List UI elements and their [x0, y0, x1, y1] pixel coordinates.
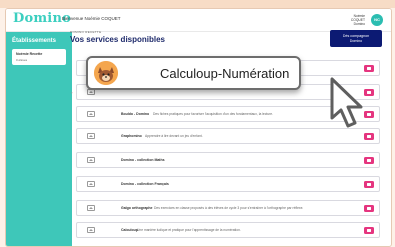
cta-label-1: Dès compagnon: [342, 34, 370, 38]
sidebar: Établissements Noémie Recette 0 élèves: [6, 32, 72, 246]
stray-text: T: [71, 91, 73, 95]
service-description: Apprendre à lire devant un jeu d'enfant.: [145, 134, 203, 138]
image-placeholder-icon: [87, 133, 95, 139]
service-title: Domino - collection Français: [121, 182, 169, 186]
open-service-button[interactable]: [364, 157, 374, 164]
sidebar-title: Établissements: [12, 38, 57, 44]
open-service-button[interactable]: [364, 65, 374, 72]
open-service-button[interactable]: [364, 227, 374, 234]
avatar[interactable]: NC: [371, 14, 383, 26]
service-description: Une manière ludique et pratique pour l'a…: [137, 228, 241, 232]
user-info[interactable]: Noémie COQUET Domino: [351, 14, 365, 26]
service-row[interactable]: Graphomino Apprendre à lire devant un je…: [76, 128, 380, 144]
page-title: Vos services disponibles: [70, 35, 166, 44]
open-service-button[interactable]: [364, 181, 374, 188]
service-title: Graphomino: [121, 134, 142, 138]
service-row[interactable]: Galgo orthographe Des exercices en class…: [76, 200, 380, 216]
service-row[interactable]: Calculoup Une manière ludique et pratiqu…: [76, 222, 380, 238]
sidebar-item-establishment[interactable]: Noémie Recette 0 élèves: [12, 49, 66, 65]
establishment-name: Noémie Recette: [16, 52, 43, 56]
service-title: Bouldo - Domino: [121, 112, 150, 116]
background-strip: [0, 0, 395, 8]
image-placeholder-icon: [87, 227, 95, 233]
calculoup-highlight-card[interactable]: Calculoup-Numération: [86, 56, 301, 90]
cta-label-2: Domino: [349, 38, 363, 43]
image-placeholder-icon: [87, 181, 95, 187]
service-title: Galgo orthographe: [121, 206, 153, 210]
welcome-text: Bienvenue Noémie COQUET: [62, 16, 121, 21]
user-org: Domino: [353, 22, 365, 26]
image-placeholder-icon: [87, 205, 95, 211]
breadcrumb: DOMINO RECETTE: [70, 30, 102, 34]
top-bar: Domino Bienvenue Noémie COQUET Noémie CO…: [6, 9, 391, 32]
open-service-button[interactable]: [364, 205, 374, 212]
open-service-button[interactable]: [364, 133, 374, 140]
calculoup-wolf-icon: [94, 61, 118, 85]
service-description: Des fiches pratiques pour favoriser l'ac…: [153, 112, 274, 116]
service-title: Calculoup: [121, 228, 138, 232]
calculoup-label: Calculoup-Numération: [160, 66, 290, 81]
image-placeholder-icon: [87, 111, 95, 117]
service-row[interactable]: Domino - collection Maths: [76, 152, 380, 168]
service-description: Des exercices en classe proposés à des é…: [154, 206, 304, 210]
mouse-cursor-icon: [330, 77, 363, 128]
image-placeholder-icon: [87, 157, 95, 163]
service-title: Domino - collection Maths: [121, 158, 165, 162]
domino-companion-button[interactable]: Dès compagnon Domino: [330, 30, 382, 47]
establishment-pupils: 0 élèves: [16, 57, 28, 62]
service-row[interactable]: Domino - collection Français: [76, 176, 380, 192]
